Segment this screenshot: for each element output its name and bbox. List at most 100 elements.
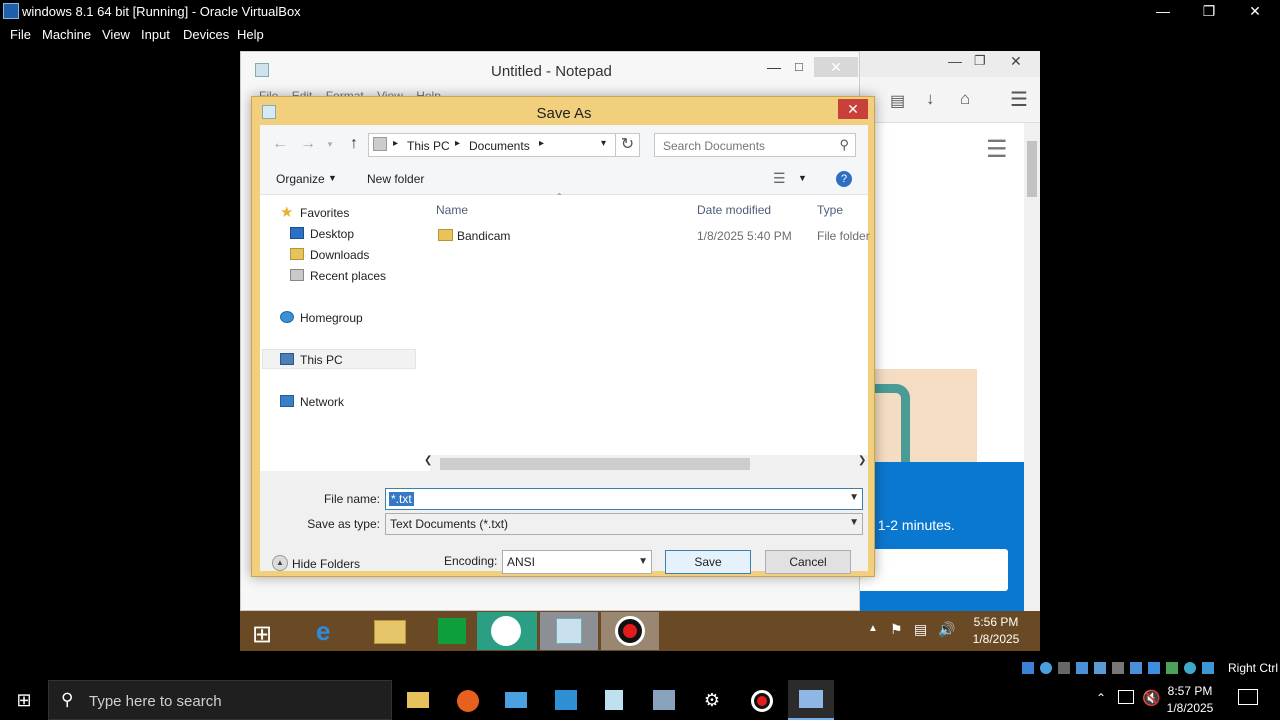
taskbar-remote-desktop[interactable] [496,684,536,716]
menu-input[interactable]: Input [141,27,170,42]
close-button[interactable]: ✕ [1232,0,1278,23]
notepad-close[interactable]: ✕ [814,57,858,77]
column-header-type[interactable]: Type [817,203,843,217]
encoding-select[interactable]: ANSI ▼ [502,550,652,574]
refresh-icon[interactable]: ↻ [616,133,640,157]
maximize-button[interactable]: ❐ [1186,0,1232,23]
save-button[interactable]: Save [665,550,751,574]
mouse-integration-icon[interactable] [1184,662,1196,674]
host-start-button[interactable]: ⊞ [4,684,44,716]
bookmark-icon[interactable]: ▤ [890,91,905,111]
recent-locations-icon[interactable]: ▾ [320,139,340,159]
usb-icon[interactable] [1094,662,1106,674]
tray-chevron-up-icon[interactable]: ⌃ [1096,691,1106,705]
menu-devices[interactable]: Devices [183,27,229,42]
page-menu-icon[interactable]: ☰ [986,135,1008,164]
column-header-date[interactable]: Date modified [697,203,771,217]
chevron-down-icon[interactable]: ▼ [798,173,807,183]
chevron-right-icon[interactable]: ▸ [539,138,544,149]
chevron-down-icon[interactable]: ▼ [328,173,337,183]
guest-clock[interactable]: 5:56 PM 1/8/2025 [966,614,1026,648]
chevron-down-icon[interactable]: ▾ [601,138,606,149]
breadcrumb-this-pc[interactable]: This PC [407,139,450,153]
browser-restore[interactable]: ❐ [974,53,986,69]
cpu-icon[interactable] [1166,662,1178,674]
taskbar-internet-explorer[interactable]: e [300,612,358,650]
menu-icon[interactable]: ☰ [1010,87,1028,112]
taskbar-vs-code[interactable] [546,684,586,716]
organize-button[interactable]: Organize [276,172,325,186]
browser-minimize[interactable]: — [948,53,962,69]
network-icon[interactable]: ▤ [914,621,927,638]
taskbar-store[interactable] [424,612,482,650]
taskbar-file-explorer[interactable] [398,684,438,716]
scroll-left-icon[interactable]: ❮ [424,455,432,466]
back-icon[interactable]: ← [270,135,290,155]
browser-scrollbar[interactable] [1024,123,1040,611]
scroll-right-icon[interactable]: ❯ [858,455,866,466]
taskbar-app-green[interactable] [477,612,537,650]
tray-chevron-up-icon[interactable]: ▲ [868,623,878,634]
taskbar-notepad[interactable] [540,612,598,650]
cancel-button[interactable]: Cancel [765,550,851,574]
menu-file[interactable]: File [10,27,31,42]
host-clock[interactable]: 8:57 PM 1/8/2025 [1160,683,1220,717]
help-icon[interactable]: ? [836,171,852,187]
display-icon[interactable] [1130,662,1142,674]
optical-drive-icon[interactable] [1040,662,1052,674]
audio-icon[interactable] [1058,662,1070,674]
horizontal-scrollbar[interactable]: ❮ ❯ [424,455,868,471]
taskbar-file-explorer[interactable] [362,612,420,650]
recording-icon[interactable] [1148,662,1160,674]
menu-help[interactable]: Help [237,27,264,42]
chevron-down-icon[interactable]: ▼ [849,492,859,503]
home-icon[interactable]: ⌂ [960,89,970,109]
chevron-down-icon[interactable]: ▼ [849,517,859,528]
download-icon[interactable]: ↓ [926,89,935,109]
start-button[interactable]: ⊞ [240,612,298,650]
search-input[interactable]: Search Documents ⚲ [654,133,856,157]
menu-view[interactable]: View [102,27,130,42]
host-search-box[interactable]: ⚲ Type here to search [48,680,392,720]
flag-icon[interactable]: ⚑ [890,621,903,638]
minimize-button[interactable]: — [1140,0,1186,23]
shared-folders-icon[interactable] [1112,662,1124,674]
hide-folders-button[interactable]: Hide Folders [292,557,360,571]
network-icon[interactable] [1118,690,1134,704]
browser-close[interactable]: ✕ [1010,53,1022,70]
forward-icon[interactable]: → [298,135,318,155]
taskbar-bandicam[interactable] [742,684,782,716]
keyboard-icon[interactable] [1202,662,1214,674]
notification-icon[interactable] [1238,689,1258,705]
taskbar-settings[interactable]: ⚙ [692,684,732,716]
table-row[interactable]: Bandicam 1/8/2025 5:40 PM File folder [430,225,870,245]
chevron-down-icon[interactable]: ▼ [638,556,648,567]
notepad-maximize[interactable]: □ [795,59,803,74]
search-icon[interactable]: ⚲ [839,137,849,153]
chevron-up-icon[interactable]: ▲ [272,555,288,571]
volume-icon[interactable]: 🔊 [938,621,955,638]
chevron-right-icon[interactable]: ▸ [393,138,398,149]
up-icon[interactable]: ↑ [344,135,364,155]
taskbar-virtualbox[interactable] [644,684,684,716]
taskbar-firefox[interactable] [448,684,488,716]
taskbar-bandicam[interactable] [601,612,659,650]
taskbar-notepad[interactable] [594,684,634,716]
taskbar-virtualbox-vm[interactable] [788,680,834,720]
dialog-close-button[interactable]: ✕ [838,99,868,119]
address-bar[interactable]: ▸ This PC ▸ Documents ▸ ▾ [368,133,616,157]
chevron-right-icon[interactable]: ▸ [455,138,460,149]
network-adapter-icon[interactable] [1076,662,1088,674]
save-type-select[interactable]: Text Documents (*.txt) ▼ [385,513,863,535]
breadcrumb-documents[interactable]: Documents [469,139,530,153]
hdd-icon[interactable] [1022,662,1034,674]
scroll-thumb[interactable] [1027,141,1037,197]
menu-machine[interactable]: Machine [42,27,91,42]
view-options-icon[interactable]: ☰ [773,170,786,187]
notepad-minimize[interactable]: — [767,59,781,75]
scroll-thumb[interactable] [440,458,750,470]
file-name-field[interactable]: *.txt ▼ [385,488,863,510]
column-header-name[interactable]: Name [436,203,468,217]
volume-muted-icon[interactable]: 🔇 [1142,689,1161,707]
new-folder-button[interactable]: New folder [367,172,424,186]
